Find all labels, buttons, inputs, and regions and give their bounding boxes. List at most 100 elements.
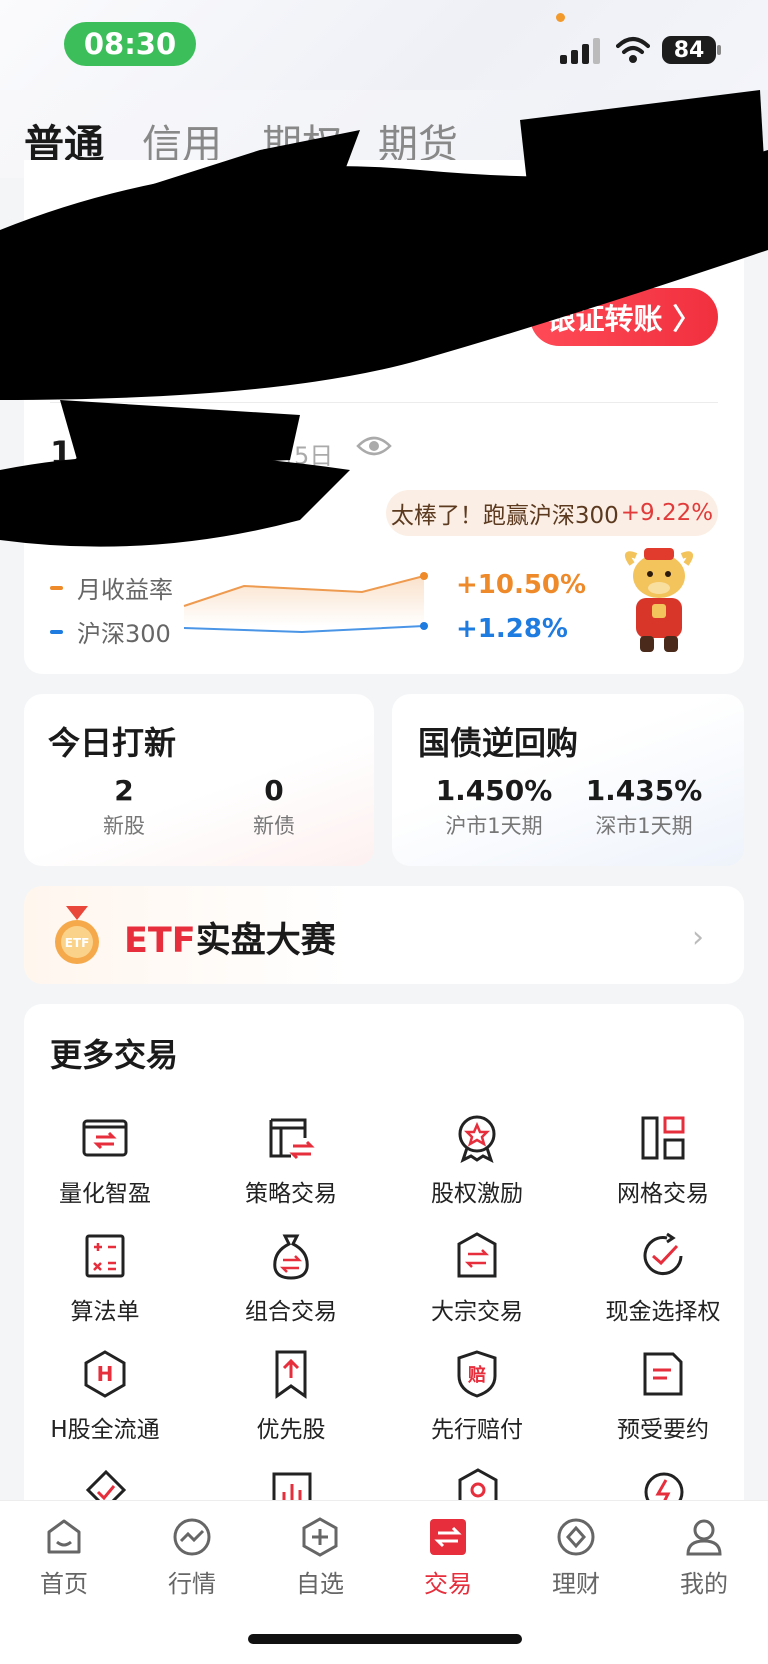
privacy-indicator-dot — [556, 13, 565, 22]
treasury-repo-title: 国债逆回购 — [418, 724, 579, 762]
h-share-icon: H — [84, 1350, 126, 1398]
grid-item-label: 预受要约 — [617, 1417, 709, 1443]
algorithm-icon — [85, 1234, 125, 1278]
monthly-return-end-point — [420, 572, 428, 580]
ipo-bond-count: 0 — [264, 774, 284, 807]
nav-profile[interactable]: 我的 — [640, 1516, 768, 1599]
csi300-end-point — [420, 622, 428, 630]
etf-prefix: ETF — [124, 921, 196, 961]
market-icon — [173, 1518, 211, 1556]
grid-item-label: 算法单 — [70, 1299, 140, 1325]
strategy-icon — [269, 1118, 315, 1160]
grid-trade-icon — [641, 1116, 685, 1160]
tender-offer-icon — [643, 1352, 683, 1396]
sh-repo-rate: 1.450% — [435, 774, 553, 807]
etf-title-text: 实盘大赛 — [195, 921, 336, 961]
preferred-share-icon — [275, 1350, 307, 1399]
bank-transfer-button[interactable]: 银证转账 〉 — [530, 288, 718, 346]
return-sparkline-chart — [183, 572, 428, 634]
beat-index-bubble: 太棒了！跑赢沪深300 +9.22% — [386, 490, 718, 536]
block-trade-icon — [457, 1232, 497, 1278]
grid-item-h-share[interactable]: H H股全流通 — [12, 1348, 198, 1444]
grid-item-portfolio[interactable]: 组合交易 — [198, 1230, 384, 1326]
quant-icon — [82, 1119, 128, 1157]
beat-index-text: 太棒了！跑赢沪深300 — [390, 503, 619, 529]
medal-icon-text: ETF — [65, 936, 90, 950]
csi300-line — [183, 625, 425, 634]
h-share-icon-text: H — [97, 1362, 114, 1386]
nav-watchlist-label: 自选 — [296, 1570, 344, 1598]
nav-profile-label: 我的 — [680, 1570, 728, 1598]
wealth-icon — [557, 1518, 595, 1556]
grid-item-quant[interactable]: 量化智盈 — [12, 1112, 198, 1208]
monthly-return-date: 月5日 — [270, 442, 334, 470]
chevron-right-icon: › — [692, 920, 704, 955]
medal-icon: ETF — [55, 906, 99, 964]
grid-item-label: 网格交易 — [617, 1181, 709, 1207]
equity-incentive-icon — [458, 1115, 496, 1163]
battery-nub — [717, 45, 721, 55]
home-icon — [47, 1519, 81, 1554]
monthly-return-area — [184, 576, 424, 626]
grid-item-equity-incentive[interactable]: 股权激励 — [384, 1112, 570, 1208]
nav-market-label: 行情 — [168, 1570, 216, 1598]
nav-home-label: 首页 — [40, 1570, 88, 1598]
ipo-stock-count: 2 — [114, 774, 134, 807]
trade-icon — [430, 1519, 466, 1555]
ipo-stock-label: 新股 — [103, 814, 145, 838]
grid-item-label: 优先股 — [256, 1417, 326, 1443]
legend-csi300: 沪深300 — [50, 614, 171, 649]
nav-market[interactable]: 行情 — [128, 1516, 256, 1599]
nav-wealth-label: 理财 — [552, 1570, 600, 1598]
wifi-icon — [616, 37, 650, 63]
sh-repo-label: 沪市1天期 — [445, 814, 543, 838]
grid-item-label: 现金选择权 — [605, 1299, 721, 1325]
legend-csi300-label: 沪深300 — [77, 620, 171, 648]
grid-item-label: 组合交易 — [245, 1299, 337, 1325]
home-indicator — [248, 1634, 522, 1644]
grid-item-label: 量化智盈 — [59, 1181, 151, 1207]
grid-item-label: 策略交易 — [245, 1181, 337, 1207]
ipo-title: 今日打新 — [48, 724, 177, 762]
ox-mascot-icon — [624, 548, 694, 652]
sz-repo-label: 深市1天期 — [595, 814, 693, 838]
grid-item-label: 先行赔付 — [431, 1417, 523, 1443]
eye-icon[interactable] — [356, 434, 392, 458]
nav-trade-label: 交易 — [424, 1570, 472, 1598]
nav-wealth[interactable]: 理财 — [512, 1516, 640, 1599]
ipo-bond-label: 新债 — [253, 814, 295, 838]
etf-contest-title: ETF实盘大赛 — [124, 912, 336, 963]
grid-item-grid-trade[interactable]: 网格交易 — [570, 1112, 756, 1208]
watchlist-icon — [302, 1517, 338, 1557]
sz-repo-rate: 1.435% — [585, 774, 703, 807]
grid-item-strategy[interactable]: 策略交易 — [198, 1112, 384, 1208]
nav-watchlist[interactable]: 自选 — [256, 1516, 384, 1599]
profile-icon — [686, 1519, 722, 1556]
cash-option-icon — [643, 1232, 683, 1276]
grid-item-label: H股全流通 — [50, 1417, 160, 1443]
card-divider — [50, 402, 718, 403]
status-time: 08:30 — [64, 22, 196, 66]
monthly-return-value: +10.50% — [456, 570, 587, 600]
compensation-icon-text: 赔 — [468, 1364, 486, 1386]
cellular-signal-icon — [560, 38, 600, 64]
csi300-value: +1.28% — [456, 614, 568, 644]
legend-monthly-return-label: 月收益率 — [77, 576, 173, 604]
nav-home[interactable]: 首页 — [0, 1516, 128, 1599]
more-trade-title: 更多交易 — [50, 1036, 179, 1074]
portfolio-icon — [273, 1234, 309, 1280]
grid-item-block-trade[interactable]: 大宗交易 — [384, 1230, 570, 1326]
monthly-return-title: 12月收益 — [50, 434, 191, 472]
battery-indicator: 84 — [662, 36, 716, 64]
beat-index-pct: +9.22% — [620, 500, 714, 526]
compensation-icon: 赔 — [457, 1350, 497, 1398]
grid-item-compensation[interactable]: 赔 先行赔付 — [384, 1348, 570, 1444]
grid-item-label: 大宗交易 — [431, 1299, 523, 1325]
grid-item-label: 股权激励 — [431, 1181, 523, 1207]
grid-item-preferred-share[interactable]: 优先股 — [198, 1348, 384, 1444]
grid-item-algorithm[interactable]: 算法单 — [12, 1230, 198, 1326]
grid-item-tender-offer[interactable]: 预受要约 — [570, 1348, 756, 1444]
nav-trade[interactable]: 交易 — [384, 1516, 512, 1599]
grid-item-cash-option[interactable]: 现金选择权 — [570, 1230, 756, 1326]
legend-monthly-return: 月收益率 — [50, 570, 173, 605]
